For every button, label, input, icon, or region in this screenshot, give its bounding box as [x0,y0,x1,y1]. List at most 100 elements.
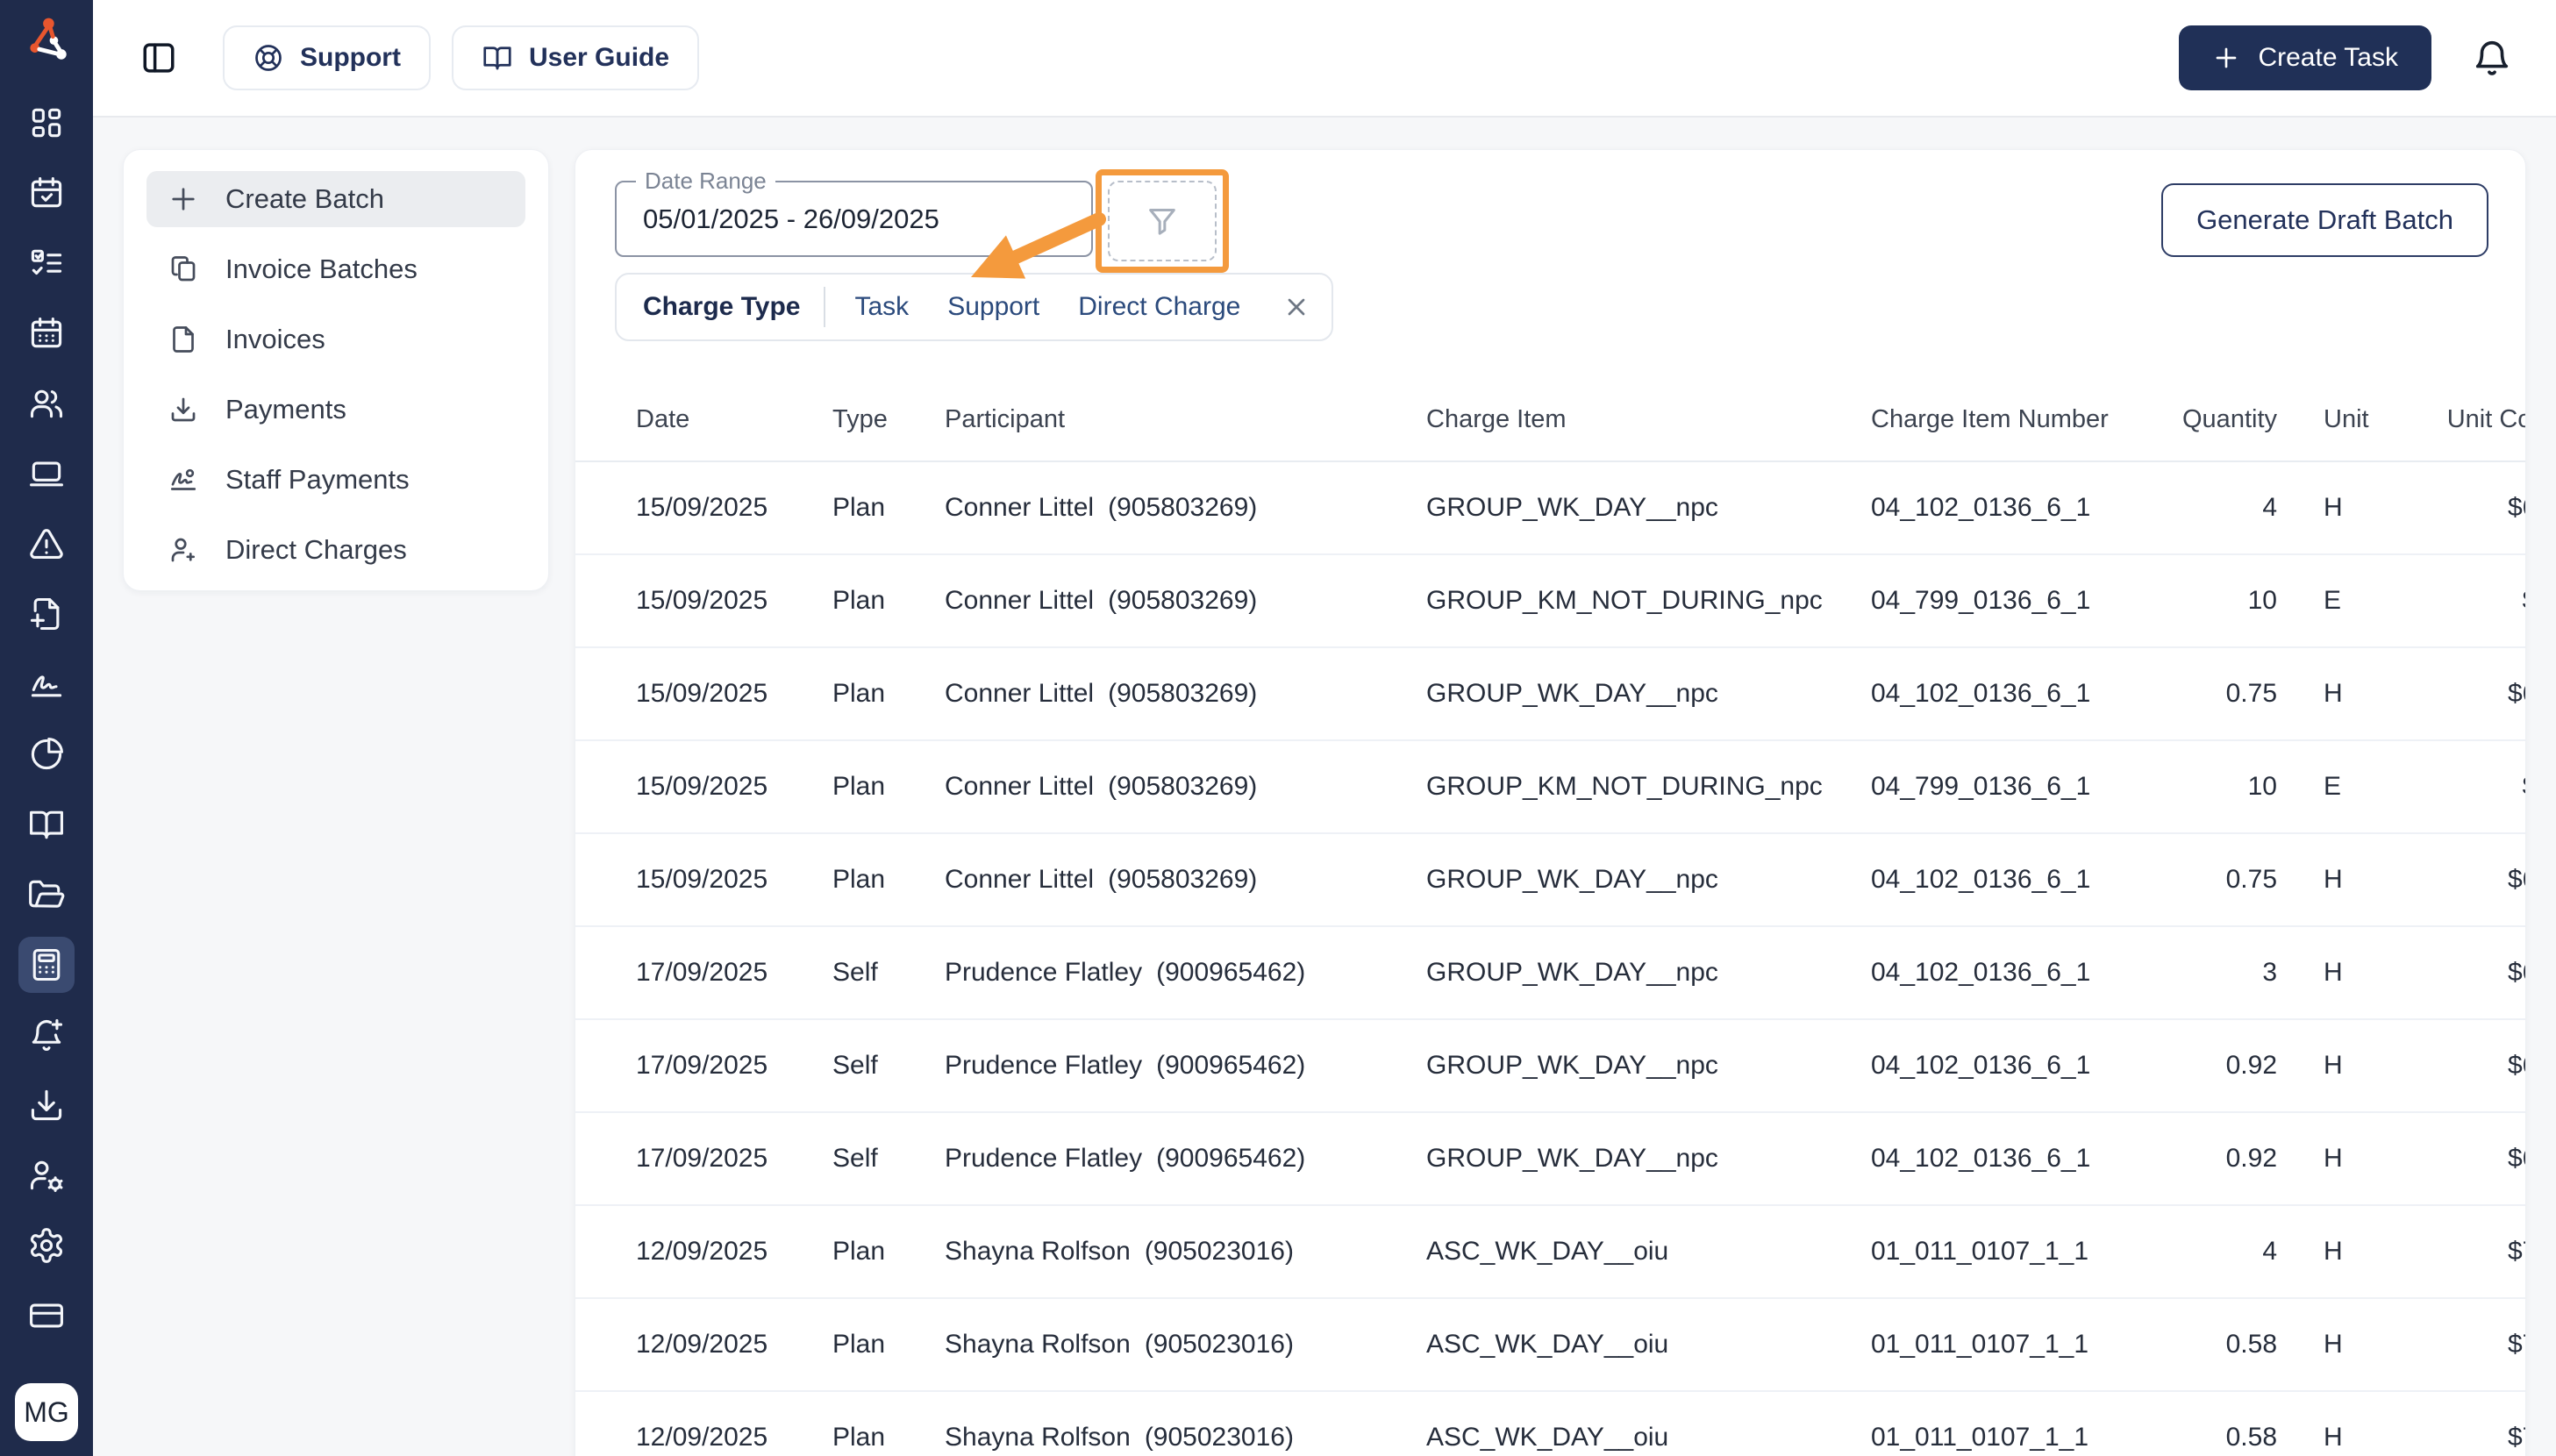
table-row[interactable]: 17/09/2025 Self Prudence Flatley (9009654… [575,927,2525,1020]
rail-item-schedule[interactable] [18,165,75,221]
user-cog-icon [30,1160,63,1192]
menu-item-label: Direct Charges [225,534,407,565]
col-date: Date [636,404,690,433]
menu-item-payments[interactable]: Payments [146,382,525,438]
generate-draft-batch-button[interactable]: Generate Draft Batch [2161,183,2488,257]
participant-id: (905023016) [1144,1237,1294,1266]
icon-rail: MG [0,0,93,1456]
create-batch-panel: Date Range 05/01/2025 - 26/09/2025 Gener… [575,149,2526,1456]
table-header-row: Date Type Participant Charge Item Charge… [575,378,2525,462]
participant-name: Conner Littel [945,865,1095,894]
rail-item-calendar[interactable] [18,305,75,361]
rail-item-reports[interactable] [18,726,75,782]
table-row[interactable]: 15/09/2025 Plan Conner Littel (905803269)… [575,648,2525,741]
rail-item-settings[interactable] [18,1217,75,1274]
funnel-icon [1149,209,1175,235]
table-row[interactable]: 15/09/2025 Plan Conner Littel (905803269)… [575,741,2525,834]
rail-item-notifications-settings[interactable] [18,1007,75,1063]
rail-item-devices[interactable] [18,446,75,502]
rail-item-files[interactable] [18,867,75,923]
rail-item-knowledge[interactable] [18,796,75,853]
participant-name: Shayna Rolfson [945,1237,1131,1266]
menu-item-direct-charges[interactable]: Direct Charges [146,522,525,578]
support-label: Support [300,43,401,72]
participant-id: (905803269) [1108,772,1258,801]
plus-icon [172,188,195,211]
download-icon [31,1089,62,1121]
date-range-value: 05/01/2025 - 26/09/2025 [643,203,939,234]
chip-task[interactable]: Task [855,292,910,322]
rail-item-new-document[interactable] [18,586,75,642]
app-logo [21,14,72,65]
participant-id: (905803269) [1108,679,1258,708]
close-icon [1289,298,1305,316]
create-task-label: Create Task [2258,43,2398,72]
participant-name: Shayna Rolfson [945,1423,1131,1452]
table-row[interactable]: 12/09/2025 Plan Shayna Rolfson (905023016… [575,1206,2525,1299]
menu-item-create-batch[interactable]: Create Batch [146,171,525,227]
col-unit: Unit [2324,404,2369,433]
pie-chart-icon [31,738,63,770]
rail-item-billing[interactable] [18,937,75,993]
book-open-icon [483,46,511,70]
laptop-icon [30,461,63,487]
menu-item-label: Create Batch [225,183,384,214]
rail-item-dashboard[interactable] [18,95,75,151]
chip-support[interactable]: Support [947,292,1039,322]
menu-item-invoices[interactable]: Invoices [146,311,525,368]
rail-item-tasks[interactable] [18,235,75,291]
bell-plus-icon [32,1018,63,1051]
clear-filter-button[interactable] [1282,293,1310,321]
participant-name: Conner Littel [945,586,1095,615]
menu-item-label: Invoice Batches [225,253,418,284]
participant-name: Prudence Flatley [945,1144,1143,1173]
chip-group-label: Charge Type [643,292,801,321]
menu-item-label: Staff Payments [225,464,410,495]
rail-item-payments-cards[interactable] [18,1288,75,1344]
rail-item-user-management[interactable] [18,1147,75,1203]
notifications-button[interactable] [2472,38,2512,78]
plus-icon [2217,47,2237,68]
rail-nav [0,95,93,1344]
table-row[interactable]: 17/09/2025 Self Prudence Flatley (9009654… [575,1020,2525,1113]
menu-item-staff-payments[interactable]: Staff Payments [146,452,525,508]
menu-item-invoice-batches[interactable]: Invoice Batches [146,241,525,297]
rail-item-downloads[interactable] [18,1077,75,1133]
rail-item-participants[interactable] [18,375,75,432]
col-charge-item: Charge Item [1426,404,1567,433]
credit-card-icon [30,1303,63,1328]
table-row[interactable]: 12/09/2025 Plan Shayna Rolfson (905023016… [575,1392,2525,1456]
menu-item-label: Payments [225,394,346,425]
calendar-check-icon [31,176,62,208]
app-root: MG Support User Guide Create Task Create… [0,0,2556,1456]
table-row[interactable]: 15/09/2025 Plan Conner Littel (905803269)… [575,555,2525,648]
support-button[interactable]: Support [223,25,431,90]
table-row[interactable]: 12/09/2025 Plan Shayna Rolfson (905023016… [575,1299,2525,1392]
filter-button[interactable] [1108,181,1217,261]
content: Create Batch Invoice Batches Invoices Pa… [93,118,2556,1456]
copy-icon [171,256,196,282]
sidebar-toggle-button[interactable] [140,39,177,76]
billing-menu: Create Batch Invoice Batches Invoices Pa… [123,149,549,591]
rail-item-incidents[interactable] [18,516,75,572]
chip-direct-charge[interactable]: Direct Charge [1078,292,1240,322]
table-row[interactable]: 15/09/2025 Plan Conner Littel (905803269)… [575,462,2525,555]
participant-name: Shayna Rolfson [945,1330,1131,1359]
hand-coins-icon [170,468,196,490]
participant-id: (900965462) [1156,958,1306,987]
folder-open-icon [29,880,65,908]
table-row[interactable]: 15/09/2025 Plan Conner Littel (905803269)… [575,834,2525,927]
rail-item-signatures[interactable] [18,656,75,712]
menu-item-label: Invoices [225,324,325,354]
topbar: Support User Guide Create Task [93,0,2556,118]
user-guide-button[interactable]: User Guide [451,25,700,90]
table-row[interactable]: 17/09/2025 Self Prudence Flatley (9009654… [575,1113,2525,1206]
avatar[interactable]: MG [15,1383,78,1441]
date-range-field[interactable]: Date Range 05/01/2025 - 26/09/2025 [615,168,1093,257]
participant-id: (905023016) [1144,1423,1294,1452]
gear-icon [30,1228,63,1263]
participant-id: (900965462) [1156,1144,1306,1173]
col-participant: Participant [945,404,1066,433]
participant-name: Conner Littel [945,679,1095,708]
create-task-button[interactable]: Create Task [2179,25,2431,90]
